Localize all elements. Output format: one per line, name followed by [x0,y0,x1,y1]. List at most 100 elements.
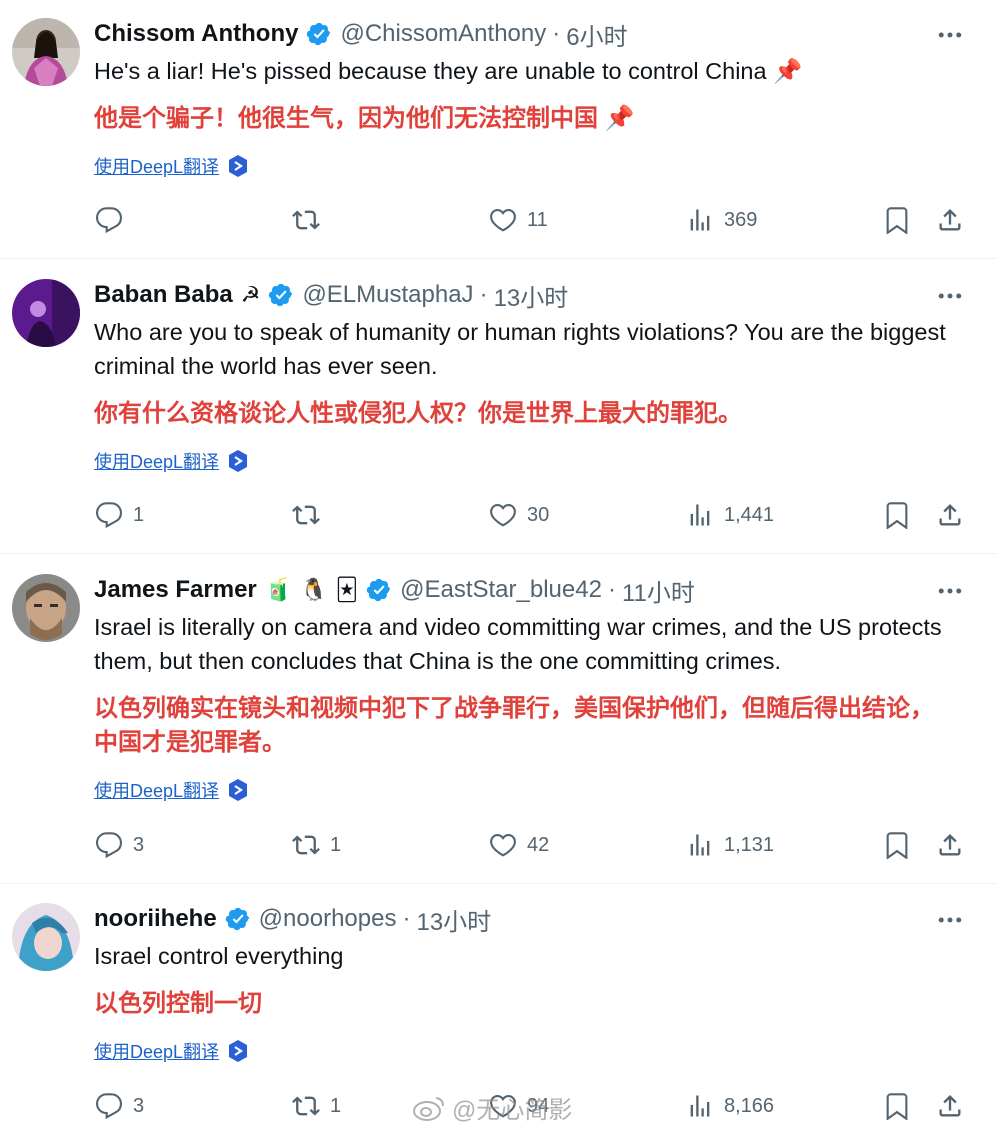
display-name[interactable]: Baban Baba [94,281,233,309]
tweet-translation: 你有什么资格谈论人性或侵犯人权？你是世界上最大的罪犯。 [94,400,742,427]
translate-label[interactable]: 使用DeepL翻译 [94,1038,219,1064]
avatar[interactable] [12,903,80,971]
bookmark-button[interactable] [883,825,911,865]
share-button[interactable] [936,495,964,535]
reply-icon [95,1093,123,1120]
bookmark-icon [886,207,908,234]
repost-button[interactable] [292,495,330,535]
timestamp[interactable]: 13小时 [494,278,569,313]
handle[interactable]: @ELMustaphaJ [302,281,473,309]
tweet-translation: 以色列确实在镜头和视频中犯下了战争罪行，美国保护他们，但随后得出结论，中国才是犯… [94,695,934,756]
separator-dot: · [479,281,488,308]
reply-button[interactable] [95,200,133,240]
weibo-icon [413,1096,444,1121]
reply-button[interactable]: 1 [95,495,144,535]
reply-icon [95,832,123,859]
name-emoji: 🃏 [335,577,359,602]
deepl-icon [229,1040,248,1062]
bookmark-button[interactable] [883,200,911,240]
like-button[interactable]: 11 [489,200,548,240]
tweet-text: He's a liar! He's pissed because they ar… [94,58,803,84]
timestamp[interactable]: 13小时 [416,902,491,937]
reply-count: 1 [133,503,145,526]
share-icon [939,209,961,231]
like-button[interactable]: 42 [489,825,549,865]
timestamp[interactable]: 6小时 [566,17,627,52]
bookmark-button[interactable] [883,1086,911,1126]
tweet-translation: 以色列控制一切 [94,990,262,1017]
name-emoji: 🧃 [264,577,293,602]
translate-link[interactable]: 使用DeepL翻译 [94,446,249,476]
display-name[interactable]: James Farmer [94,576,257,604]
like-count: 11 [527,208,548,231]
tweet[interactable]: James Farmer 🧃 🐧 🃏 @EastStar_blue42 · 11… [0,553,997,884]
views-icon [690,1095,710,1117]
view-count: 369 [724,208,758,231]
repost-count: 1 [330,1094,342,1117]
share-icon [939,1095,961,1117]
reply-button[interactable]: 3 [95,1086,144,1126]
translate-label[interactable]: 使用DeepL翻译 [94,777,219,803]
views-icon [690,834,710,856]
handle[interactable]: @EastStar_blue42 [400,576,602,604]
share-button[interactable] [936,200,964,240]
like-count: 42 [527,833,550,856]
translate-link[interactable]: 使用DeepL翻译 [94,775,249,805]
more-icon[interactable] [935,20,965,50]
repost-count: 1 [330,833,342,856]
display-name[interactable]: Chissom Anthony [94,20,298,48]
reply-count: 3 [133,833,145,856]
translate-label[interactable]: 使用DeepL翻译 [94,153,219,179]
tweet-text: Israel is literally on camera and video … [94,614,942,674]
separator-dot: · [402,905,411,932]
translate-label[interactable]: 使用DeepL翻译 [94,448,219,474]
deepl-icon [229,779,248,801]
reply-icon [95,207,123,234]
share-button[interactable] [936,825,964,865]
repost-icon [292,210,320,230]
translate-link[interactable]: 使用DeepL翻译 [94,1036,249,1066]
more-icon[interactable] [935,281,965,311]
deepl-icon [229,155,248,177]
more-icon[interactable] [935,576,965,606]
avatar[interactable] [12,279,80,347]
like-count: 30 [527,503,550,526]
bookmark-button[interactable] [883,495,911,535]
verified-badge-icon [307,22,331,46]
handle[interactable]: @ChissomAnthony [340,20,546,48]
repost-button[interactable]: 1 [292,825,341,865]
view-count: 1,441 [724,503,775,526]
like-icon [490,209,516,232]
tweet-text: Israel control everything [94,943,344,969]
separator-dot: · [607,576,616,603]
avatar[interactable] [12,18,80,86]
tweet[interactable]: Chissom Anthony @ChissomAnthony · 6小时 He… [0,0,997,259]
reply-button[interactable]: 3 [95,825,144,865]
repost-button[interactable]: 1 [292,1086,341,1126]
watermark-text: @无心简影 [452,1097,573,1124]
translate-link[interactable]: 使用DeepL翻译 [94,151,249,181]
verified-badge-icon [269,283,293,307]
view-count: 1,131 [724,833,775,856]
share-icon [939,834,961,856]
repost-button[interactable] [292,200,330,240]
timestamp[interactable]: 11小时 [622,573,695,608]
like-icon [490,834,516,857]
handle[interactable]: @noorhopes [259,905,397,933]
bookmark-icon [886,832,908,859]
views-button[interactable]: 369 [686,200,757,240]
like-icon [490,504,516,527]
like-button[interactable]: 30 [489,495,549,535]
views-button[interactable]: 1,441 [686,495,774,535]
verified-badge-icon [366,578,391,602]
separator-dot: · [552,20,561,47]
tweet-translation: 他是个骗子！他很生气，因为他们无法控制中国 📌 [94,105,635,132]
display-name[interactable]: nooriihehe [94,905,217,933]
share-button[interactable] [936,1086,964,1126]
views-icon [690,504,710,526]
more-icon[interactable] [935,905,965,935]
tweet[interactable]: Baban Baba ☭ @ELMustaphaJ · 13小时 Who are… [0,258,997,554]
avatar[interactable] [12,574,80,642]
views-button[interactable]: 8,166 [686,1086,774,1126]
views-button[interactable]: 1,131 [686,825,774,865]
